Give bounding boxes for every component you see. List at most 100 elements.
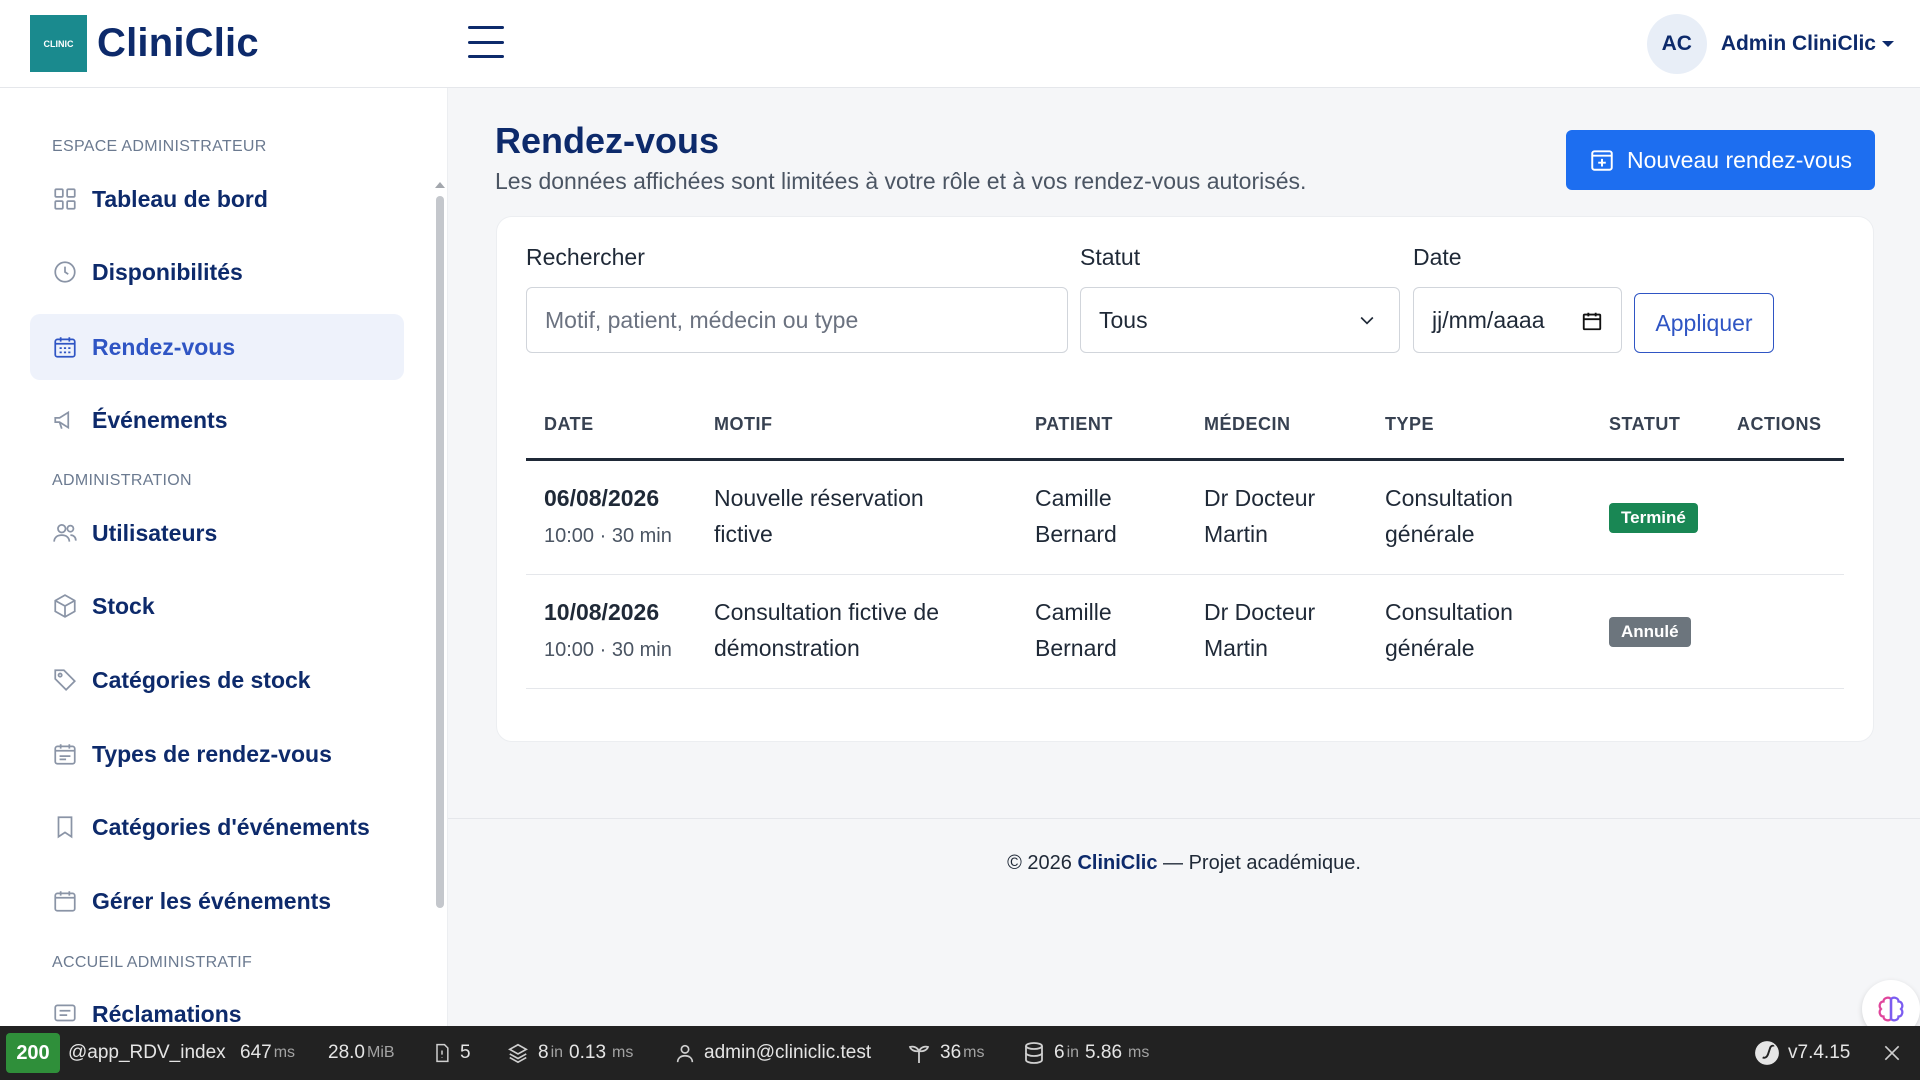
sidebar-section-title: ADMINISTRATION (52, 472, 192, 489)
column-header-medecin: MÉDECIN (1204, 414, 1291, 434)
debug-twig-time: 36 (940, 1042, 962, 1063)
debug-route[interactable]: @app_RDV_index (68, 1026, 226, 1080)
sidebar-item-disponibilites[interactable]: Disponibilités (30, 239, 404, 305)
debug-user[interactable]: admin@cliniclic.test (674, 1026, 871, 1080)
debug-db-time: 5.86 (1085, 1042, 1123, 1063)
user-menu[interactable]: AC Admin CliniClic (1646, 14, 1894, 74)
row-motif-line2: démonstration (714, 635, 860, 661)
sidebar-item-label: Disponibilités (92, 258, 243, 285)
sidebar-item-evenements[interactable]: Événements (30, 387, 404, 453)
scroll-up-arrow-icon[interactable] (435, 182, 445, 188)
page-subtitle: Les données affichées sont limitées à vo… (495, 168, 1307, 194)
debug-cache[interactable]: 8 in 0.13 ms (506, 1026, 633, 1080)
debug-symfony-version[interactable]: v7.4.15 (1754, 1026, 1850, 1080)
sidebar-item-label: Gérer les événements (92, 887, 332, 914)
debug-db-unit: ms (1128, 1044, 1150, 1061)
calendar-icon (52, 888, 78, 914)
calendar-picker-icon[interactable] (1581, 310, 1603, 332)
row-medecin-line1: Dr Docteur (1204, 599, 1316, 625)
search-input[interactable]: Motif, patient, médecin ou type (526, 287, 1068, 353)
user-icon (676, 1044, 694, 1063)
calendar-range-icon (52, 741, 78, 767)
debug-time[interactable]: 647 ms (240, 1026, 295, 1080)
message-icon (52, 1001, 78, 1026)
row-type-line1: Consultation (1385, 485, 1513, 511)
column-header-patient: PATIENT (1035, 414, 1113, 434)
row-divider (526, 574, 1844, 575)
debug-forms-count: 5 (460, 1042, 471, 1063)
sidebar-item-categories-evenements[interactable]: Catégories d'événements (30, 794, 404, 860)
form-icon (436, 1043, 449, 1063)
calendar-icon (52, 334, 78, 360)
status-select[interactable]: Tous (1080, 287, 1400, 353)
debug-database[interactable]: 6 in 5.86 ms (1022, 1026, 1149, 1080)
sidebar-item-rendez-vous[interactable]: Rendez-vous (30, 314, 404, 380)
sidebar-scrollbar[interactable] (436, 196, 444, 908)
date-input[interactable]: jj/mm/aaaa (1413, 287, 1622, 353)
sidebar-item-reclamations[interactable]: Réclamations (30, 981, 404, 1026)
sidebar-item-label: Tableau de bord (92, 185, 268, 212)
sidebar-item-utilisateurs[interactable]: Utilisateurs (30, 500, 404, 566)
footer-prefix: © 2026 (1007, 852, 1078, 874)
sidebar-item-stock[interactable]: Stock (30, 573, 404, 639)
sidebar-item-label: Catégories de stock (92, 666, 311, 693)
sidebar-item-label: Utilisateurs (92, 519, 218, 546)
sidebar-item-gerer-evenements[interactable]: Gérer les événements (30, 868, 404, 934)
status-select-value: Tous (1099, 306, 1148, 333)
layers-icon (508, 1043, 528, 1064)
status-label: Statut (1080, 244, 1141, 270)
new-appointment-button[interactable]: Nouveau rendez-vous (1566, 130, 1875, 190)
debug-db-in: in (1066, 1044, 1080, 1061)
brand-name: CliniClic (97, 21, 259, 65)
database-icon (1025, 1042, 1043, 1064)
debug-toolbar: 200 @app_RDV_index 647 ms 28.0 MiB 5 8 i… (0, 1026, 1920, 1080)
row-date: 10/08/2026 (544, 599, 660, 625)
apply-button[interactable]: Appliquer (1634, 293, 1774, 353)
footer-divider (448, 818, 1920, 819)
status-badge: Terminé (1609, 503, 1698, 533)
avatar: AC (1646, 14, 1707, 74)
sidebar-item-types-de-rendez-vous[interactable]: Types de rendez-vous (30, 721, 404, 787)
calendar-plus-icon (1591, 150, 1613, 171)
brand[interactable]: CLINIC CliniClic (30, 15, 259, 72)
row-medecin-line2: Martin (1204, 635, 1268, 661)
row-time: 10:00 · 30 min (544, 639, 672, 661)
sidebar-section-title: ESPACE ADMINISTRATEUR (52, 138, 267, 155)
row-date: 06/08/2026 (544, 485, 660, 511)
row-type-line2: générale (1385, 635, 1475, 661)
twig-leaf-icon (908, 1045, 930, 1063)
status-badge: Annulé (1609, 617, 1691, 647)
debug-status-code[interactable]: 200 (6, 1033, 60, 1073)
hamburger-menu-icon[interactable] (468, 26, 504, 58)
footer-suffix: — Projet académique. (1157, 852, 1361, 874)
debug-memory-value: 28.0 (328, 1042, 365, 1063)
debug-cache-time: 0.13 (569, 1042, 607, 1063)
footer-brand: CliniClic (1077, 852, 1158, 874)
row-patient-line1: Camille (1035, 485, 1112, 511)
row-patient-line2: Bernard (1035, 635, 1117, 661)
search-label: Rechercher (526, 244, 645, 270)
column-header-date: DATE (544, 414, 594, 434)
debug-memory[interactable]: 28.0 MiB (328, 1026, 395, 1080)
caret-down-icon (1882, 41, 1894, 47)
row-patient-line1: Camille (1035, 599, 1112, 625)
date-placeholder: jj/mm/aaaa (1432, 306, 1545, 333)
row-medecin-line1: Dr Docteur (1204, 485, 1316, 511)
debug-close-button[interactable] (1882, 1026, 1902, 1080)
debug-forms[interactable]: 5 (432, 1026, 471, 1080)
row-motif-line1: Nouvelle réservation (714, 485, 924, 511)
column-header-motif: MOTIF (714, 414, 773, 434)
debug-cache-unit: ms (612, 1044, 634, 1061)
grid-icon (52, 186, 78, 212)
bookmark-icon (52, 814, 78, 840)
sidebar-item-tableau-de-bord[interactable]: Tableau de bord (30, 166, 404, 232)
sidebar-section-title: ACCUEIL ADMINISTRATIF (52, 954, 253, 971)
debug-twig[interactable]: 36 ms (906, 1026, 984, 1080)
row-motif-line2: fictive (714, 521, 773, 547)
sidebar-item-categories-de-stock[interactable]: Catégories de stock (30, 647, 404, 713)
page-title: Rendez-vous (495, 120, 720, 161)
row-medecin-line2: Martin (1204, 521, 1268, 547)
top-navbar: CLINIC CliniClic AC Admin CliniClic (0, 0, 1920, 88)
debug-time-value: 647 (240, 1042, 272, 1063)
sidebar-item-label: Stock (92, 592, 155, 619)
